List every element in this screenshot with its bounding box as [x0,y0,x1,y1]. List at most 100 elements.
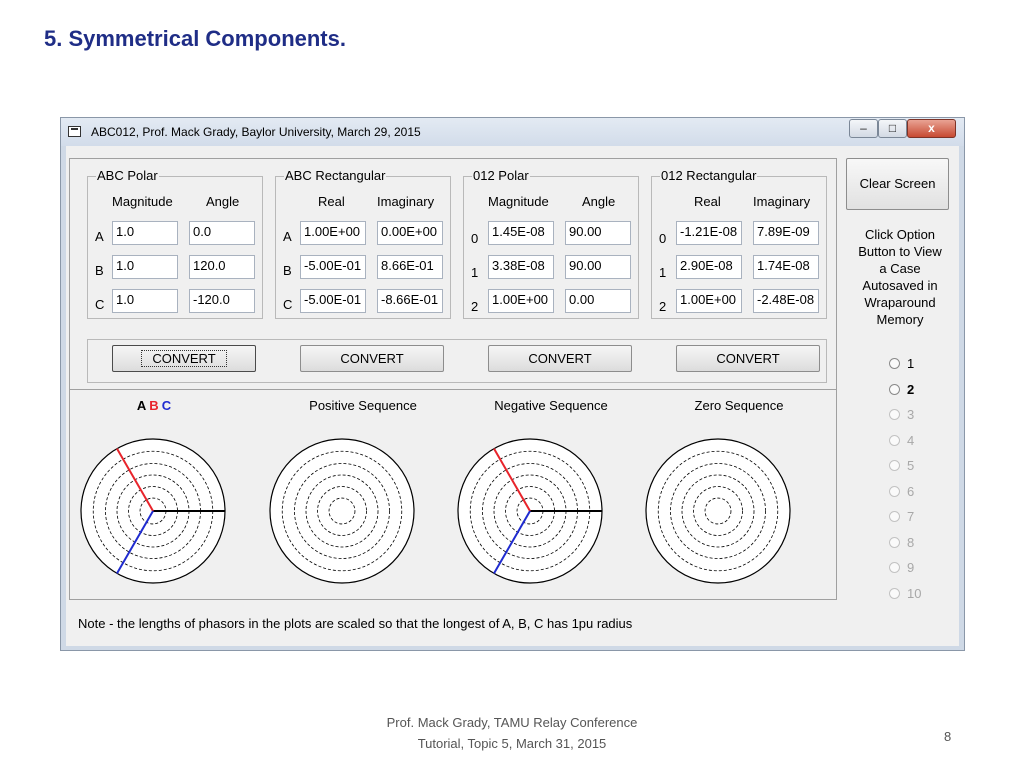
radio-circle-icon[interactable] [889,511,900,522]
abc-rect-col-imaginary: Imaginary [377,194,435,209]
case-option-label: 1 [907,356,915,371]
seq-polar-magnitude-0[interactable]: 1.45E-08 [488,221,554,245]
close-button[interactable]: x [907,119,956,138]
footer-line-2: Tutorial, Topic 5, March 31, 2015 [417,736,607,751]
seq-rect-real-1[interactable]: 2.90E-08 [676,255,742,279]
row-label-a: A [283,229,292,244]
seq-rect-group: 012 Rectangular Real Imaginary 0 1 2 -1.… [651,168,827,319]
row-label-a: A [95,229,104,244]
abc-letter-b: B [149,398,159,413]
seq-rect-imag-2[interactable]: -2.48E-08 [753,289,819,313]
seq-polar-col-magnitude: Magnitude [488,194,549,209]
radio-circle-icon[interactable] [889,383,900,395]
plot-panel: ABC Positive Sequence Negative Sequence … [69,390,837,600]
abc-polar-col-angle: Angle [206,194,240,209]
abc-polar-magnitude-b[interactable]: 1.0 [112,255,178,279]
case-option-label: 9 [907,560,915,575]
help-line: a Case [879,261,921,276]
seq-polar-magnitude-2[interactable]: 1.00E+00 [488,289,554,313]
seq-rect-imag-1[interactable]: 1.74E-08 [753,255,819,279]
client-area: ABC Polar Magnitude Angle A B C 1.0 0.0 … [66,146,959,646]
case-option-label: 10 [907,585,922,601]
seq-rect-col-real: Real [694,194,721,209]
abc-rect-real-a[interactable]: 1.00E+00 [300,221,366,245]
radio-circle-icon[interactable] [889,460,900,471]
abc-polar-col-magnitude: Magnitude [112,194,173,209]
abc-rect-real-b[interactable]: -5.00E-01 [300,255,366,279]
row-label-0: 0 [471,231,479,246]
case-option-label: 5 [907,458,915,473]
help-line: Click Option [864,227,936,242]
seq-polar-angle-0[interactable]: 90.00 [565,221,631,245]
negative-sequence-plot [457,438,603,584]
row-label-b: B [283,263,292,278]
abc-polar-magnitude-c[interactable]: 1.0 [112,289,178,313]
radio-circle-icon[interactable] [889,536,900,548]
case-option-label: 7 [907,509,915,524]
abc-rect-group: ABC Rectangular Real Imaginary A B C 1.0… [275,168,451,319]
row-label-1: 1 [471,265,479,280]
seq-rect-real-2[interactable]: 1.00E+00 [676,289,742,313]
help-line: Button to View [858,244,942,259]
seq-polar-angle-2[interactable]: 0.00 [565,289,631,313]
seq-polar-col-angle: Angle [582,194,616,209]
page-number: 8 [944,729,952,744]
seq-rect-col-imaginary: Imaginary [753,194,811,209]
zero-sequence-plot [645,438,791,584]
help-line: Memory [876,312,924,327]
abc-letter-c: C [161,398,172,413]
input-panel: ABC Polar Magnitude Angle A B C 1.0 0.0 … [69,158,837,390]
radio-circle-icon[interactable] [889,434,900,446]
case-option-label: 2 [907,381,915,397]
abc-plot-title: ABC [74,398,234,413]
abc-polar-magnitude-a[interactable]: 1.0 [112,221,178,245]
convert-seq-rect-button[interactable]: CONVERT [676,345,820,372]
app-window: ABC012, Prof. Mack Grady, Baylor Univers… [60,117,965,651]
abc-rect-col-real: Real [318,194,345,209]
positive-sequence-plot [269,438,415,584]
abc-phasor-plot [80,438,226,584]
abc-polar-angle-a[interactable]: 0.0 [189,221,255,245]
radio-circle-icon[interactable] [889,358,900,369]
radio-circle-icon[interactable] [889,485,900,497]
row-label-2: 2 [659,299,667,314]
seq-polar-magnitude-1[interactable]: 3.38E-08 [488,255,554,279]
abc-rect-imag-a[interactable]: 0.00E+00 [377,221,443,245]
zero-sequence-title: Zero Sequence [694,398,784,413]
seq-polar-title: 012 Polar [472,168,530,183]
help-line: Autosaved in [862,278,938,293]
option-help-text: Click Option Button to View a Case Autosave… [848,226,952,328]
case-option-label: 4 [907,432,915,448]
window-titlebar[interactable]: ABC012, Prof. Mack Grady, Baylor Univers… [61,118,964,146]
seq-rect-imag-0[interactable]: 7.89E-09 [753,221,819,245]
abc-rect-imag-b[interactable]: 8.66E-01 [377,255,443,279]
seq-rect-real-0[interactable]: -1.21E-08 [676,221,742,245]
abc-polar-angle-b[interactable]: 120.0 [189,255,255,279]
plot-outer-circle [645,438,791,584]
minimize-button[interactable]: – [849,119,878,138]
abc-rect-real-c[interactable]: -5.00E-01 [300,289,366,313]
convert-abc-polar-button[interactable]: CONVERT [112,345,256,372]
abc-rect-imag-c[interactable]: -8.66E-01 [377,289,443,313]
case-option-label: 3 [907,407,915,422]
abc-polar-angle-c[interactable]: -120.0 [189,289,255,313]
radio-circle-icon[interactable] [889,562,900,573]
negative-sequence-title: Negative Sequence [494,398,608,413]
row-label-0: 0 [659,231,667,246]
row-label-c: C [283,297,293,312]
convert-abc-rect-button[interactable]: CONVERT [300,345,444,372]
seq-polar-angle-1[interactable]: 90.00 [565,255,631,279]
radio-circle-icon[interactable] [889,409,900,420]
plot-outer-circle [269,438,415,584]
case-option-label: 6 [907,483,915,499]
radio-circle-icon[interactable] [889,587,900,599]
case-option-label: 8 [907,534,915,550]
row-label-b: B [95,263,104,278]
window-title: ABC012, Prof. Mack Grady, Baylor Univers… [91,125,421,139]
convert-seq-polar-button[interactable]: CONVERT [488,345,632,372]
footer-line-1: Prof. Mack Grady, TAMU Relay Conference [386,715,638,730]
clear-screen-button[interactable]: Clear Screen [846,158,949,210]
scaling-note: Note - the lengths of phasors in the plo… [78,616,633,631]
maximize-button[interactable]: □ [878,119,907,138]
row-label-1: 1 [659,265,667,280]
